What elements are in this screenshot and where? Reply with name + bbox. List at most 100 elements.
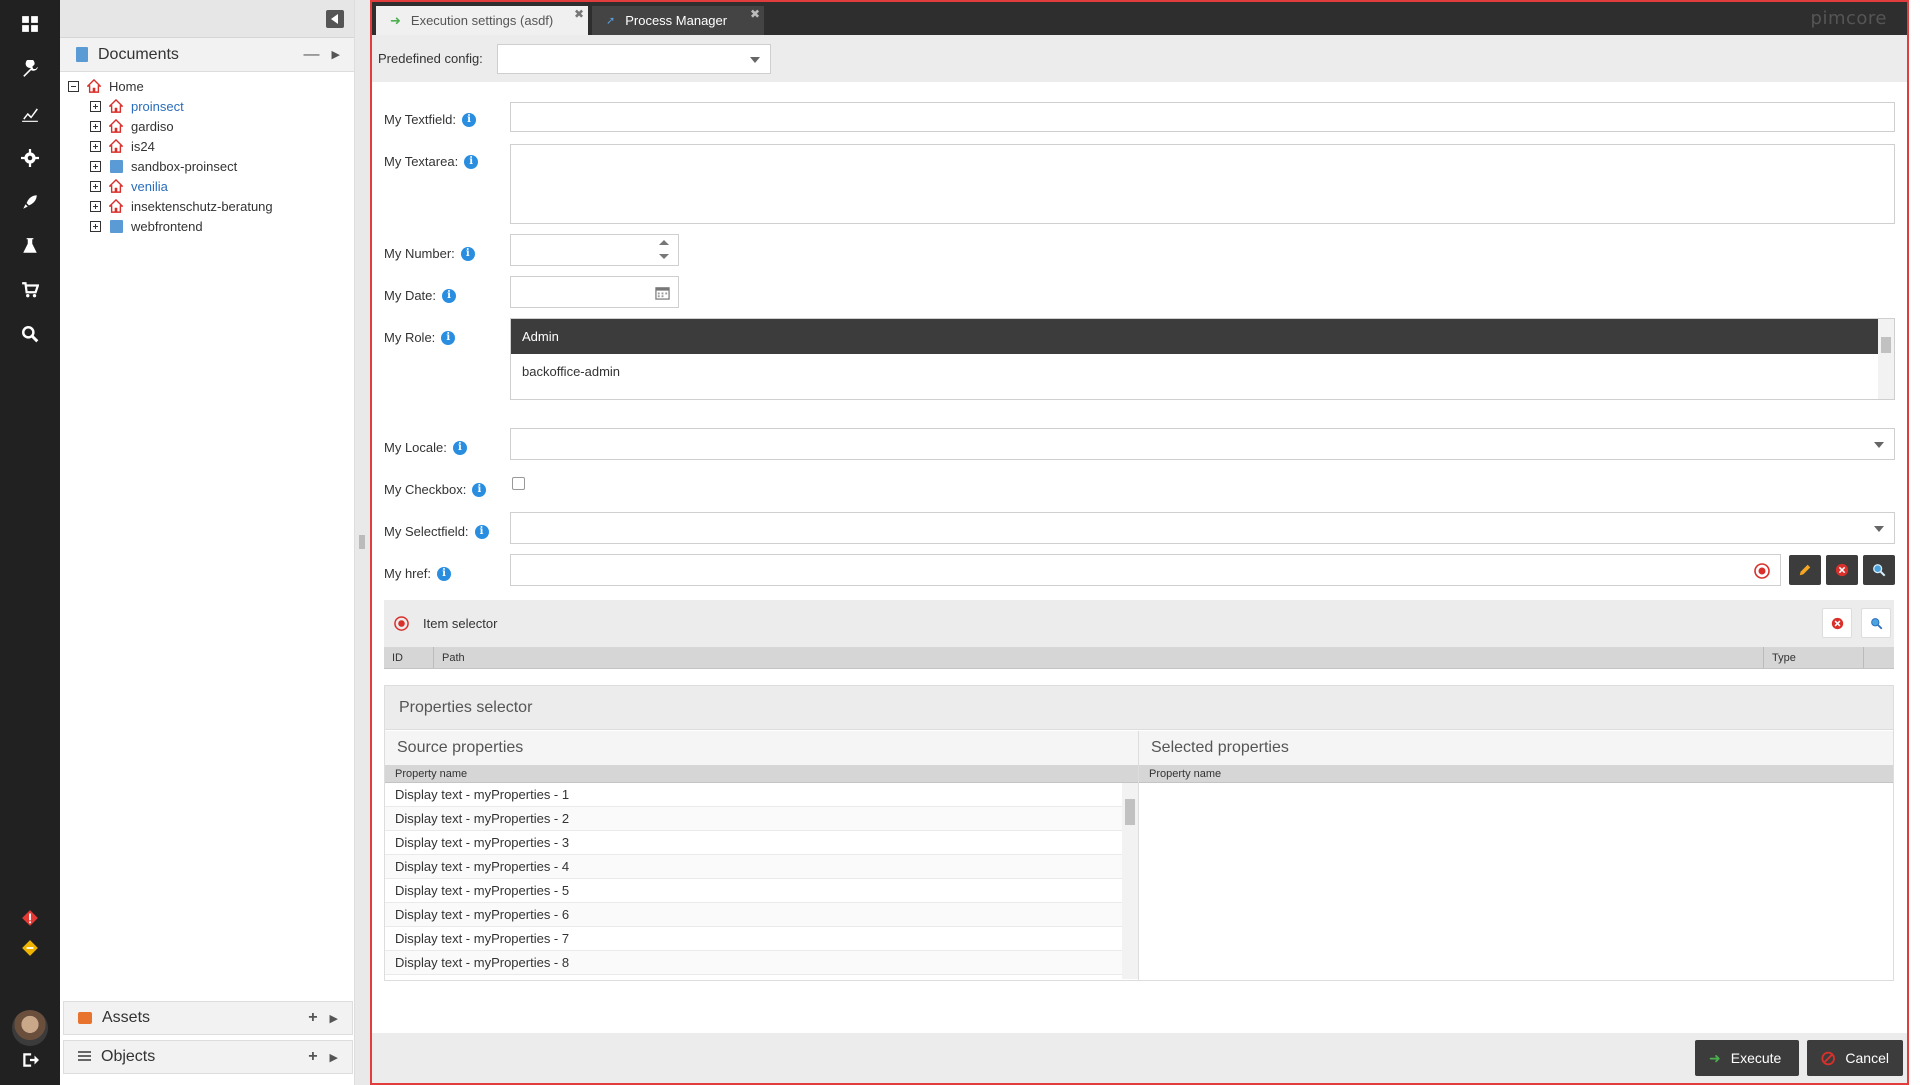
avatar[interactable] xyxy=(12,1010,48,1046)
column-header-property-name[interactable]: Property name xyxy=(385,765,1138,783)
gear-icon[interactable] xyxy=(18,146,42,170)
list-item[interactable]: Display text - myProperties - 1 xyxy=(385,783,1122,807)
notification-icon[interactable] xyxy=(18,936,42,960)
cart-icon[interactable] xyxy=(18,278,42,302)
edit-href-button[interactable] xyxy=(1789,555,1821,585)
selectfield-select[interactable] xyxy=(510,512,1895,544)
chevron-right-icon[interactable]: ▶ xyxy=(330,1051,338,1066)
tree-node-gardiso[interactable]: gardiso xyxy=(68,116,354,136)
info-icon[interactable]: i xyxy=(472,482,487,497)
close-tab-icon[interactable]: ✖ xyxy=(750,7,760,21)
source-properties-scrollbar[interactable] xyxy=(1122,783,1138,979)
column-header-id[interactable]: ID xyxy=(384,647,434,668)
search-href-button[interactable] xyxy=(1863,555,1895,585)
calendar-icon[interactable] xyxy=(655,285,670,300)
selected-properties-list[interactable] xyxy=(1139,783,1893,979)
role-option[interactable]: backoffice-proinsect xyxy=(511,389,1894,399)
execute-button[interactable]: ➜ Execute xyxy=(1695,1040,1799,1076)
tree-node-home[interactable]: Home xyxy=(68,76,354,96)
execution-settings-panel: ➜ Execution settings (asdf) ✖ ➚ Process … xyxy=(370,0,1909,1085)
tree-node-proinsect[interactable]: proinsect xyxy=(68,96,354,116)
collapse-node-icon[interactable] xyxy=(68,80,79,92)
href-input[interactable] xyxy=(510,554,1781,586)
chevron-down-icon[interactable] xyxy=(749,56,760,63)
dashboard-icon[interactable] xyxy=(18,12,42,36)
documents-accordion-header[interactable]: Documents — ▶ xyxy=(60,38,354,72)
chevron-right-icon[interactable]: ▶ xyxy=(332,48,340,64)
predefined-config-select[interactable] xyxy=(496,43,771,74)
selected-properties-title: Selected properties xyxy=(1139,731,1893,765)
warning-icon[interactable] xyxy=(18,906,42,930)
expand-node-icon[interactable] xyxy=(90,220,101,232)
list-item[interactable]: Display text - myProperties - 7 xyxy=(385,927,1122,951)
list-item[interactable]: Display text - myProperties - 4 xyxy=(385,855,1122,879)
tree-node-insektenschutz-beratung[interactable]: insektenschutz-beratung xyxy=(68,196,354,216)
cancel-button[interactable]: Cancel xyxy=(1807,1040,1903,1076)
list-item[interactable]: Display text - myProperties - 6 xyxy=(385,903,1122,927)
info-icon[interactable]: i xyxy=(452,440,467,455)
tree-node-is24[interactable]: is24 xyxy=(68,136,354,156)
spinner-down-icon[interactable] xyxy=(659,254,669,259)
role-option[interactable]: backoffice-admin xyxy=(511,354,1894,389)
column-header-property-name[interactable]: Property name xyxy=(1139,765,1893,783)
chevron-down-icon[interactable] xyxy=(1874,526,1884,532)
list-item[interactable]: Display text - myProperties - 2 xyxy=(385,807,1122,831)
add-icon[interactable]: + xyxy=(308,1048,317,1066)
info-icon[interactable]: i xyxy=(442,288,457,303)
rocket-icon[interactable] xyxy=(18,190,42,214)
expand-node-icon[interactable] xyxy=(90,160,101,172)
search-items-button[interactable] xyxy=(1861,608,1891,638)
info-icon[interactable]: i xyxy=(462,112,477,127)
list-item[interactable]: Display text - myProperties - 5 xyxy=(385,879,1122,903)
panel-splitter[interactable] xyxy=(355,0,370,1085)
role-listbox[interactable]: Admin backoffice-admin backoffice-proins… xyxy=(510,318,1895,400)
info-icon[interactable]: i xyxy=(436,566,451,581)
spinner-up-icon[interactable] xyxy=(659,240,669,245)
objects-accordion-header[interactable]: Objects + ▶ xyxy=(63,1040,353,1074)
chevron-right-icon[interactable]: ▶ xyxy=(330,1012,338,1027)
info-icon[interactable]: i xyxy=(460,246,475,261)
info-icon[interactable]: i xyxy=(464,154,479,169)
role-option[interactable]: Admin xyxy=(511,319,1894,354)
add-icon[interactable]: + xyxy=(308,1009,317,1027)
list-item[interactable]: Display text - myProperties - 3 xyxy=(385,831,1122,855)
date-input[interactable] xyxy=(510,276,679,308)
expand-node-icon[interactable] xyxy=(90,100,101,112)
scrollbar-thumb[interactable] xyxy=(1881,337,1891,353)
textfield-input[interactable] xyxy=(510,102,1895,132)
search-icon[interactable] xyxy=(18,322,42,346)
role-scrollbar[interactable] xyxy=(1878,319,1894,399)
textarea-input[interactable] xyxy=(510,144,1895,224)
tab-process-manager[interactable]: ➚ Process Manager ✖ xyxy=(592,6,764,35)
assets-accordion-header[interactable]: Assets + ▶ xyxy=(63,1001,353,1035)
info-icon[interactable]: i xyxy=(474,524,489,539)
column-header-path[interactable]: Path xyxy=(434,647,1764,668)
expand-node-icon[interactable] xyxy=(90,120,101,132)
list-item[interactable]: Display text - myProperties - 8 xyxy=(385,951,1122,975)
tree-node-webfrontend[interactable]: webfrontend xyxy=(68,216,354,236)
expand-node-icon[interactable] xyxy=(90,180,101,192)
info-icon[interactable]: i xyxy=(441,330,456,345)
chevron-down-icon[interactable] xyxy=(1874,442,1884,448)
flask-icon[interactable] xyxy=(18,234,42,258)
splitter-grip[interactable] xyxy=(359,535,365,549)
collapse-all-icon[interactable]: — xyxy=(304,46,320,64)
logout-icon[interactable] xyxy=(18,1048,42,1072)
chart-icon[interactable] xyxy=(18,102,42,126)
column-header-type[interactable]: Type xyxy=(1764,647,1864,668)
expand-node-icon[interactable] xyxy=(90,140,101,152)
number-input[interactable] xyxy=(510,234,679,266)
clear-href-button[interactable] xyxy=(1826,555,1858,585)
tree-node-venilia[interactable]: venilia xyxy=(68,176,354,196)
collapse-panel-button[interactable] xyxy=(326,10,344,28)
wrench-icon[interactable] xyxy=(18,57,42,81)
close-tab-icon[interactable]: ✖ xyxy=(574,7,584,21)
locale-row: My Locale: i xyxy=(384,440,467,455)
tab-execution-settings[interactable]: ➜ Execution settings (asdf) ✖ xyxy=(376,6,588,35)
scrollbar-thumb[interactable] xyxy=(1125,799,1135,825)
clear-items-button[interactable] xyxy=(1822,608,1852,638)
expand-node-icon[interactable] xyxy=(90,200,101,212)
my-checkbox[interactable] xyxy=(512,477,525,490)
locale-select[interactable] xyxy=(510,428,1895,460)
tree-node-sandbox-proinsect[interactable]: sandbox-proinsect xyxy=(68,156,354,176)
